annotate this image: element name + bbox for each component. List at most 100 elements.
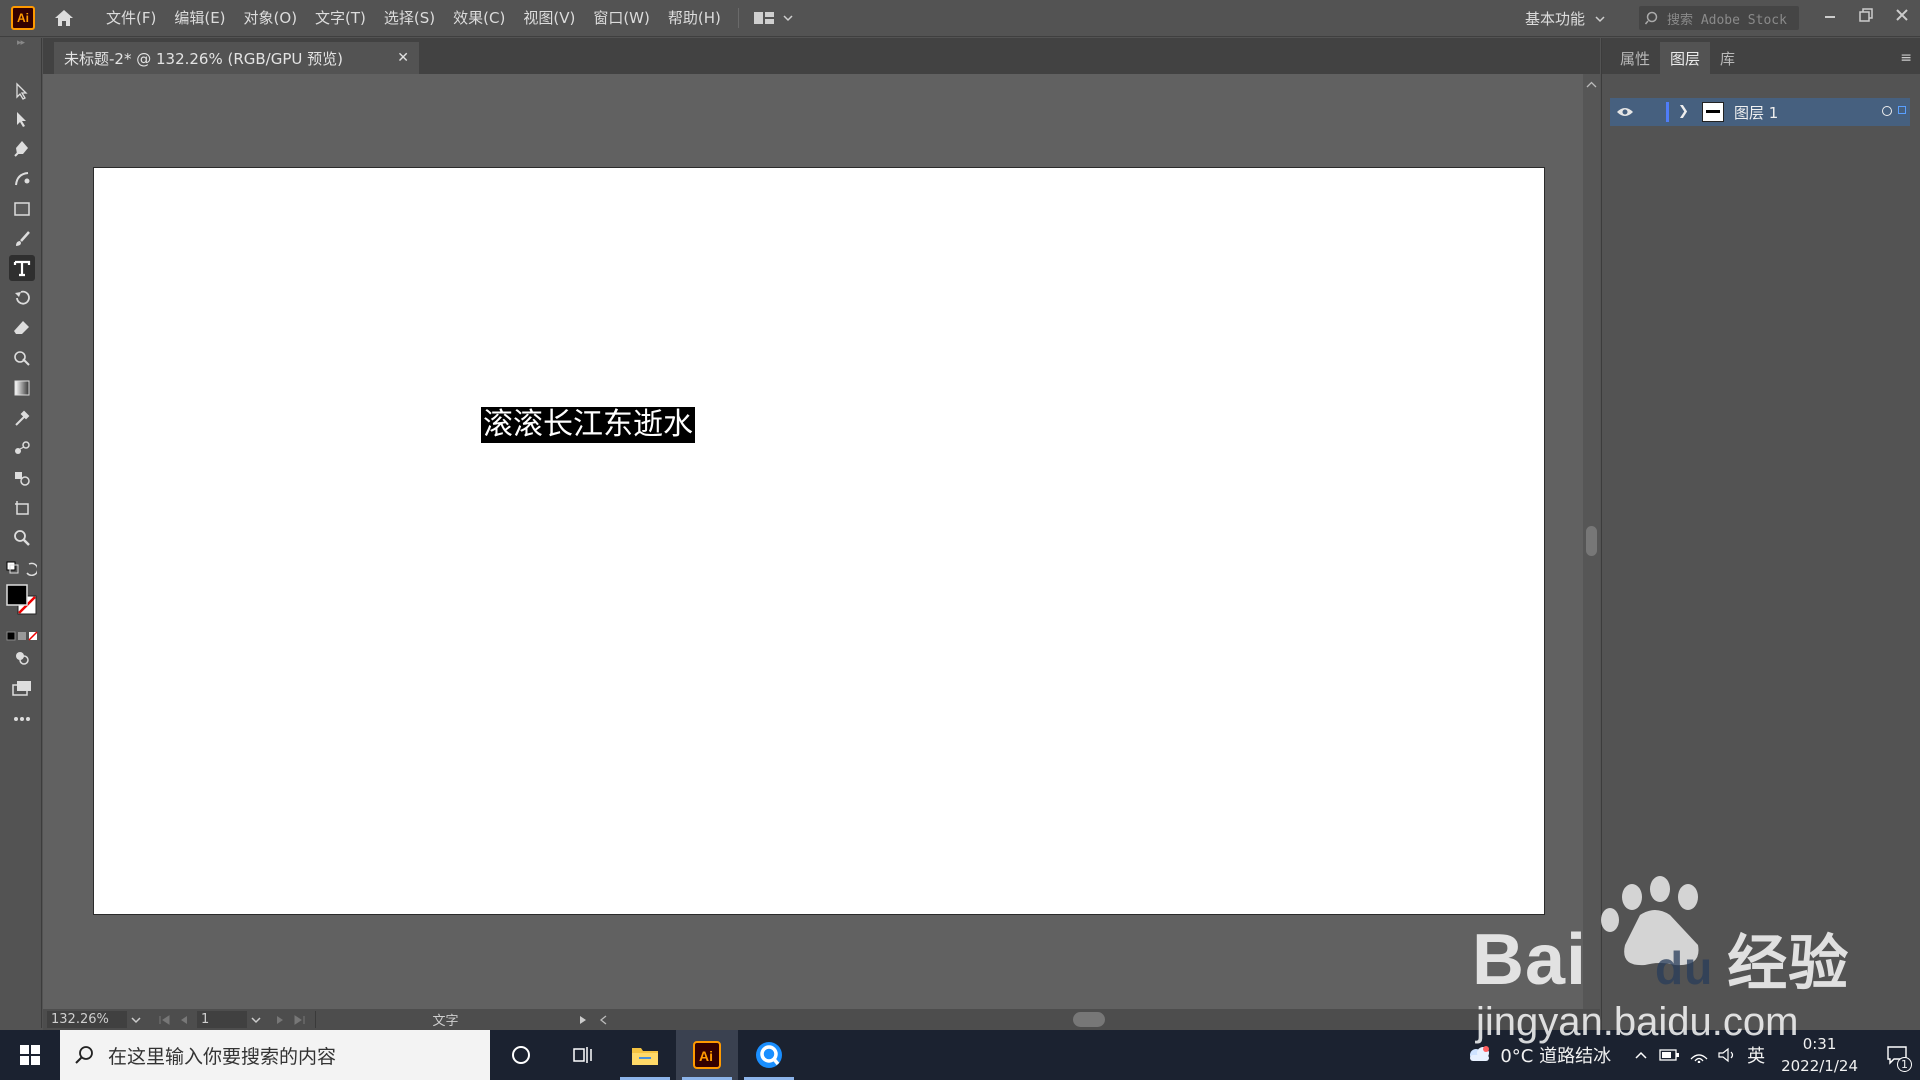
vertical-scroll-thumb[interactable] bbox=[1586, 526, 1597, 556]
edit-toolbar-button[interactable] bbox=[9, 706, 35, 732]
zoom-tool[interactable] bbox=[9, 525, 35, 551]
draw-mode-tool[interactable] bbox=[9, 645, 35, 671]
file-explorer-button[interactable] bbox=[614, 1030, 676, 1080]
chevron-down-icon[interactable] bbox=[249, 1015, 263, 1025]
menu-object[interactable]: 对象(O) bbox=[235, 0, 307, 37]
battery-icon[interactable] bbox=[1659, 1048, 1681, 1062]
gradient-tool[interactable] bbox=[9, 375, 35, 401]
screen-mode-button[interactable] bbox=[9, 675, 35, 701]
expand-layer-icon[interactable]: ❯ bbox=[1678, 104, 1689, 119]
arrange-documents-button[interactable] bbox=[753, 10, 793, 26]
folder-icon bbox=[632, 1048, 658, 1065]
chevron-down-icon bbox=[783, 15, 793, 22]
volume-icon[interactable] bbox=[1717, 1047, 1737, 1063]
layer-row[interactable]: ❯ 图层 1 bbox=[1610, 98, 1910, 126]
symbol-sprayer-tool[interactable] bbox=[9, 465, 35, 491]
eyedropper-tool[interactable] bbox=[9, 405, 35, 431]
close-button[interactable] bbox=[1884, 0, 1920, 30]
artboard-tool[interactable] bbox=[9, 495, 35, 521]
zoom-field[interactable]: 132.26% bbox=[47, 1011, 127, 1028]
paintbrush-tool[interactable] bbox=[9, 226, 35, 252]
cortana-button[interactable] bbox=[490, 1030, 552, 1080]
toolbar-grip[interactable]: ▸▸ bbox=[0, 38, 41, 48]
document-tab[interactable]: 未标题-2* @ 132.26% (RGB/GPU 预览) ✕ bbox=[54, 42, 419, 74]
zoom-value: 132.26% bbox=[51, 1012, 109, 1027]
status-menu-arrow-icon[interactable] bbox=[577, 1014, 589, 1026]
task-view-button[interactable] bbox=[552, 1030, 614, 1080]
artboard[interactable] bbox=[94, 168, 1544, 914]
panel-menu-icon[interactable]: ≡ bbox=[1900, 50, 1912, 66]
first-artboard-icon[interactable] bbox=[157, 1014, 173, 1026]
horizontal-scroll-thumb[interactable] bbox=[1073, 1012, 1105, 1027]
visibility-eye-icon[interactable] bbox=[1610, 106, 1640, 118]
curvature-tool[interactable] bbox=[9, 166, 35, 192]
tab-properties[interactable]: 属性 bbox=[1610, 42, 1660, 74]
eyedropper-icon bbox=[15, 410, 30, 426]
rotate-tool[interactable] bbox=[9, 285, 35, 311]
taskbar-search-box[interactable]: 在这里输入你要搜索的内容 bbox=[60, 1030, 490, 1080]
layer-thumbnail bbox=[1702, 102, 1724, 122]
start-button[interactable] bbox=[0, 1030, 60, 1080]
tab-libraries[interactable]: 库 bbox=[1710, 42, 1745, 74]
paintbrush-icon bbox=[16, 231, 30, 246]
layer-target-circle[interactable] bbox=[1882, 106, 1892, 116]
menu-select[interactable]: 选择(S) bbox=[375, 0, 444, 37]
clock-time: 0:31 bbox=[1802, 1035, 1837, 1053]
scroll-left-icon[interactable] bbox=[597, 1014, 611, 1026]
blend-tool[interactable] bbox=[9, 435, 35, 461]
stock-search-field[interactable]: 搜索 Adobe Stock bbox=[1639, 6, 1799, 30]
eraser-tool[interactable] bbox=[9, 315, 35, 341]
input-language-indicator[interactable]: 英 bbox=[1747, 1042, 1765, 1068]
home-button[interactable] bbox=[49, 4, 79, 32]
wifi-icon[interactable] bbox=[1689, 1047, 1709, 1063]
rectangle-tool[interactable] bbox=[9, 196, 35, 222]
last-artboard-icon[interactable] bbox=[291, 1014, 307, 1026]
shape-builder-tool[interactable] bbox=[9, 345, 35, 371]
tab-layers[interactable]: 图层 bbox=[1660, 42, 1711, 74]
menu-type[interactable]: 文字(T) bbox=[306, 0, 375, 37]
gradient-icon bbox=[14, 380, 30, 396]
tools-panel: ▸▸ bbox=[0, 38, 42, 1028]
layer-thumbnail-preview bbox=[1706, 110, 1720, 113]
fill-stroke-swap[interactable] bbox=[4, 555, 38, 581]
next-artboard-icon[interactable] bbox=[273, 1014, 287, 1026]
close-tab-icon[interactable]: ✕ bbox=[397, 50, 409, 66]
minimize-button[interactable] bbox=[1812, 0, 1848, 30]
vertical-scrollbar[interactable] bbox=[1583, 74, 1600, 1009]
layer-name[interactable]: 图层 1 bbox=[1734, 102, 1778, 123]
restore-button[interactable] bbox=[1848, 0, 1884, 30]
clock[interactable]: 0:31 2022/1/24 bbox=[1781, 1033, 1858, 1077]
artboard-number-field[interactable]: 1 bbox=[197, 1011, 247, 1028]
weather-widget[interactable]: 0°C 道路结冰 bbox=[1466, 1042, 1611, 1068]
artboard-number: 1 bbox=[201, 1012, 210, 1027]
menu-file[interactable]: 文件(F) bbox=[97, 0, 165, 37]
menu-window[interactable]: 窗口(W) bbox=[584, 0, 659, 37]
illustrator-app-icon: Ai bbox=[693, 1041, 721, 1069]
browser-taskbar-button[interactable] bbox=[738, 1030, 800, 1080]
swap-fill-stroke-icon bbox=[6, 561, 37, 576]
notification-center-button[interactable]: 1 bbox=[1874, 1030, 1920, 1080]
screen-mode-icon bbox=[12, 681, 31, 696]
type-tool[interactable] bbox=[9, 255, 35, 281]
workspace-switcher[interactable]: 基本功能 bbox=[1525, 0, 1605, 37]
fill-stroke-swatches[interactable] bbox=[5, 583, 39, 617]
canvas-text-object[interactable]: 滚滚长江东逝水 bbox=[481, 407, 695, 443]
menu-edit[interactable]: 编辑(E) bbox=[165, 0, 234, 37]
artboard-icon bbox=[15, 501, 29, 515]
pen-tool[interactable] bbox=[9, 136, 35, 162]
rotate-icon bbox=[15, 290, 30, 305]
chevron-up-icon[interactable] bbox=[1633, 1049, 1649, 1061]
menu-effect[interactable]: 效果(C) bbox=[444, 0, 514, 37]
color-mode-icon bbox=[6, 631, 38, 641]
selection-tool[interactable] bbox=[9, 78, 35, 104]
direct-selection-tool[interactable] bbox=[9, 106, 35, 132]
previous-artboard-icon[interactable] bbox=[177, 1014, 191, 1026]
menu-view[interactable]: 视图(V) bbox=[514, 0, 584, 37]
document-tab-bar: 未标题-2* @ 132.26% (RGB/GPU 预览) ✕ bbox=[43, 38, 1600, 74]
chevron-down-icon[interactable] bbox=[129, 1015, 143, 1025]
menu-help[interactable]: 帮助(H) bbox=[659, 0, 730, 37]
windows-taskbar: 在这里输入你要搜索的内容 Ai 0°C 道路结冰 英 0:31 2022/1/2… bbox=[0, 1030, 1920, 1080]
clock-date: 2022/1/24 bbox=[1781, 1057, 1858, 1075]
layer-selection-indicator[interactable] bbox=[1898, 106, 1906, 114]
illustrator-taskbar-button[interactable]: Ai bbox=[676, 1030, 738, 1080]
